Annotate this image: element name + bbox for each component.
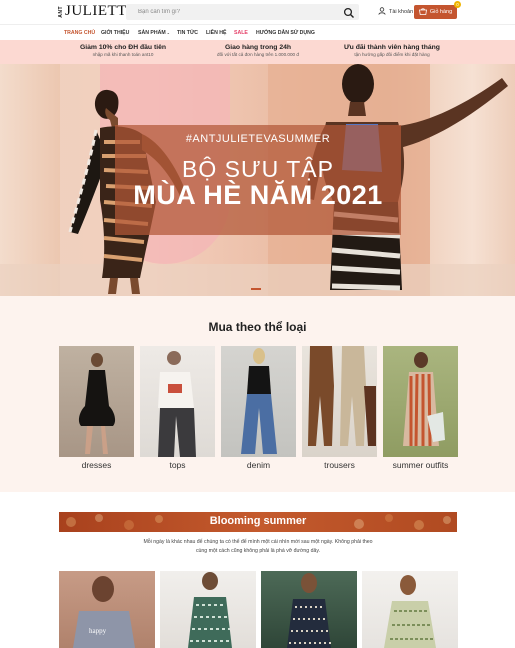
- category-image: [302, 346, 377, 457]
- svg-text:happy: happy: [89, 627, 107, 635]
- category-image: [383, 346, 458, 457]
- category-section: Mua theo thể loại dresses tops denim tro…: [0, 296, 515, 492]
- nav-item-products[interactable]: Sản phẩm⌄: [138, 30, 170, 36]
- logo-prefix: ANT: [58, 5, 64, 18]
- nav-item-sale[interactable]: Sale: [234, 30, 248, 36]
- category-label: tops: [169, 460, 186, 470]
- cart-label: Giỏ hàng: [429, 9, 453, 15]
- product-card[interactable]: [160, 571, 256, 648]
- product-card[interactable]: happy: [59, 571, 155, 648]
- product-image: [188, 572, 232, 648]
- category-image: [140, 346, 215, 457]
- main-nav: Trang chủ Giới thiệu Sản phẩm⌄ Tin tức L…: [0, 24, 515, 40]
- category-card-trousers[interactable]: trousers: [302, 346, 377, 470]
- product-card[interactable]: [362, 571, 458, 648]
- category-image: [59, 346, 134, 457]
- category-label: summer outfits: [392, 460, 449, 470]
- product-image: happy: [73, 576, 135, 648]
- hero-banner[interactable]: #ANTJULIETEVASUMMER BỘ SƯU TẬP MÙA HÈ NĂ…: [0, 64, 515, 296]
- hero-title-line-1: BỘ SƯU TẬP: [182, 156, 334, 182]
- hero-hashtag: #ANTJULIETEVASUMMER: [185, 133, 331, 145]
- promo-title: Giảm 10% cho ĐH đầu tiên: [79, 44, 167, 51]
- category-label: trousers: [324, 460, 355, 470]
- nav-item-news[interactable]: Tin tức: [177, 30, 198, 36]
- nav-item-home[interactable]: Trang chủ: [64, 30, 95, 36]
- promo-subtitle: tận hưởng gấp đôi điểm khi đặt hàng: [354, 52, 430, 57]
- search-bar: [126, 4, 359, 20]
- product-image: [287, 573, 331, 648]
- cart-count-badge: 0: [454, 1, 461, 8]
- blooming-description-line: cùng một cách cũng không phải là phá vỡ …: [195, 548, 321, 554]
- nav-item-products-label: Sản phẩm: [138, 30, 166, 36]
- blooming-description: Mỗi ngày là khác nhau để chúng ta có thể…: [120, 538, 396, 556]
- nav-item-contact[interactable]: Liên hệ: [206, 30, 226, 36]
- cart-icon: [418, 7, 427, 17]
- category-image: [221, 346, 296, 457]
- promo-item: Giao hàng trong 24h đối với tất cả đơn h…: [183, 44, 333, 57]
- account-label: Tài khoản: [389, 9, 414, 15]
- search-input[interactable]: [138, 6, 328, 18]
- promo-item: Giảm 10% cho ĐH đầu tiên nhập mã khi tha…: [48, 44, 198, 57]
- promo-subtitle: đối với tất cả đơn hàng trên 1.000.000 đ: [217, 52, 299, 57]
- nav-item-guide[interactable]: Hướng dẫn sử dụng: [256, 30, 315, 36]
- user-icon: [378, 7, 386, 17]
- promo-subtitle: nhập mã khi thanh toán ant10: [92, 52, 154, 57]
- header: ANT JULIETTE Tài khoản Giỏ hàng 0: [0, 0, 515, 24]
- category-card-summer-outfits[interactable]: summer outfits: [383, 346, 458, 470]
- nav-item-about[interactable]: Giới thiệu: [101, 30, 129, 36]
- carousel-indicators: [251, 288, 261, 290]
- carousel-dot[interactable]: [251, 288, 261, 290]
- promo-title: Ưu đãi thành viên hàng tháng: [344, 44, 440, 51]
- category-label: dresses: [81, 460, 112, 470]
- promo-strip: Giảm 10% cho ĐH đầu tiên nhập mã khi tha…: [0, 40, 515, 64]
- search-icon[interactable]: [343, 6, 355, 18]
- blooming-title: Blooming summer: [209, 515, 307, 527]
- promo-title: Giao hàng trong 24h: [224, 44, 292, 51]
- category-section-title: Mua theo thể loại: [208, 320, 307, 334]
- blooming-description-line: Mỗi ngày là khác nhau để chúng ta có thể…: [143, 539, 373, 545]
- account-link[interactable]: Tài khoản: [378, 7, 413, 17]
- chevron-down-icon: ⌄: [166, 30, 171, 35]
- category-card-tops[interactable]: tops: [140, 346, 215, 470]
- product-image: [384, 575, 436, 648]
- logo[interactable]: ANT JULIETTE: [58, 3, 136, 20]
- hero-title-line-2: MÙA HÈ NĂM 2021: [133, 180, 383, 210]
- category-card-denim[interactable]: denim: [221, 346, 296, 470]
- product-card[interactable]: [261, 571, 357, 648]
- category-card-dresses[interactable]: dresses: [59, 346, 134, 470]
- cart-button[interactable]: Giỏ hàng: [414, 5, 457, 19]
- category-label: denim: [246, 460, 271, 470]
- hero-background: [0, 64, 60, 296]
- promo-item: Ưu đãi thành viên hàng tháng tận hưởng g…: [317, 44, 467, 57]
